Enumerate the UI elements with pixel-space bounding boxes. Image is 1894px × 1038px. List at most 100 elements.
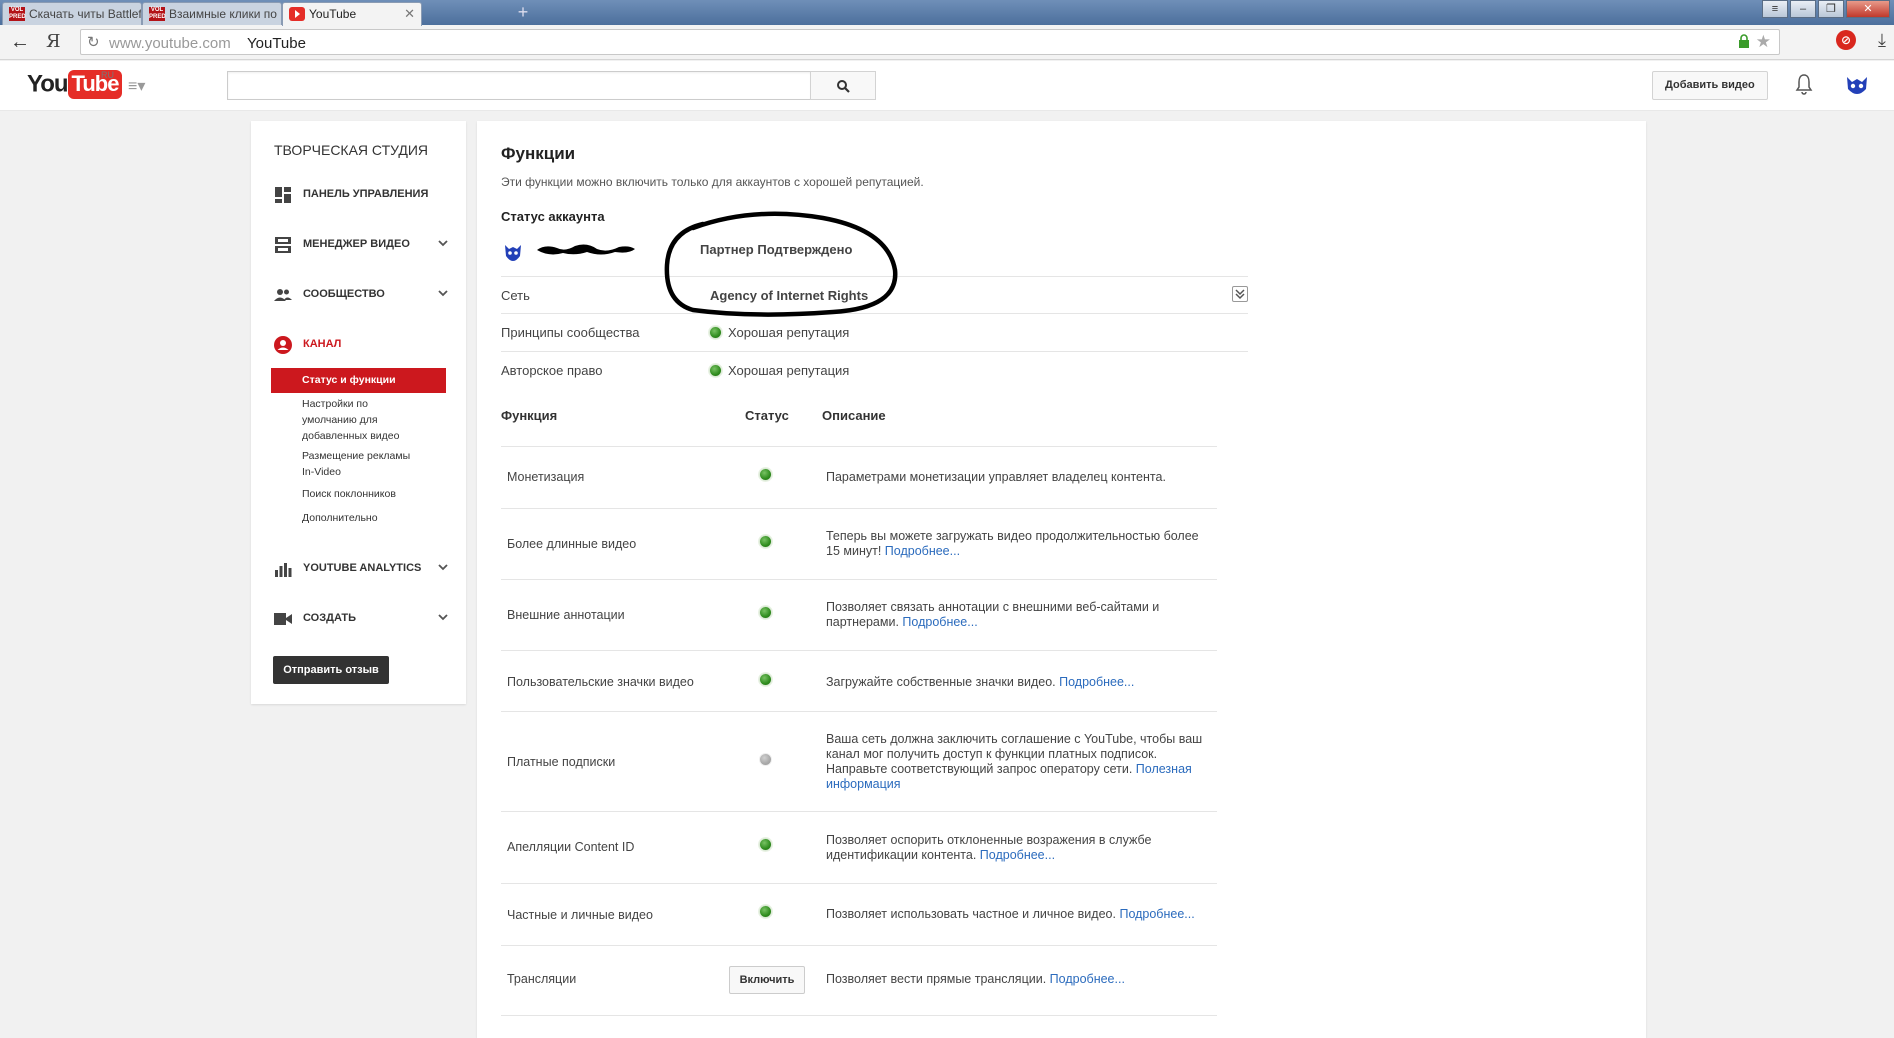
- bookmark-star-icon[interactable]: ★: [1756, 32, 1771, 52]
- channel-avatar: [505, 245, 521, 261]
- status-green-icon: [709, 326, 722, 339]
- feature-description: Позволяет вести прямые трансляции. Подро…: [826, 972, 1125, 986]
- browser-tab-active[interactable]: YouTube ✕: [282, 2, 422, 26]
- tab-title: Взаимные клики по р: [169, 7, 282, 21]
- feature-row: Пользовательские значки видео Загружайте…: [501, 650, 1217, 711]
- feature-column-header: Функция: [501, 408, 558, 423]
- feature-row: Внешние аннотации Позволяет связать анно…: [501, 579, 1217, 650]
- logo-region-label: RU: [101, 70, 114, 80]
- sidebar-item-dashboard[interactable]: ПАНЕЛЬ УПРАВЛЕНИЯ: [274, 183, 449, 207]
- minimize-icon[interactable]: –: [1790, 0, 1816, 18]
- feature-row: Частные и личные видео Позволяет использ…: [501, 883, 1217, 945]
- double-chevron-down-icon: [1235, 289, 1245, 300]
- feature-name: Апелляции Content ID: [507, 840, 635, 854]
- restore-icon[interactable]: ❐: [1818, 0, 1844, 18]
- feature-name: Частные и личные видео: [507, 908, 653, 922]
- redacted-channel-name: [537, 244, 635, 255]
- guide-menu-icon[interactable]: ≡▾: [128, 76, 145, 96]
- feature-name: Трансляции: [507, 972, 577, 986]
- more-link[interactable]: Подробнее...: [885, 544, 960, 558]
- feature-name: Монетизация: [507, 470, 585, 484]
- status-green-icon: [709, 364, 722, 377]
- browser-menu-icon[interactable]: ≡: [1762, 0, 1788, 18]
- sidebar-subitem-fan-finder[interactable]: Поиск поклонников: [271, 486, 446, 502]
- status-green-icon: [759, 606, 772, 619]
- browser-tab-bar: VOL PRED Скачать читы Battlefi VOL PRED Вз…: [0, 0, 1894, 26]
- tab-title: YouTube: [309, 7, 357, 21]
- more-link[interactable]: Подробнее...: [1119, 907, 1194, 921]
- browser-tab[interactable]: VOL PRED Взаимные клики по р: [142, 2, 282, 25]
- tab-favicon-icon: VOL PRED: [149, 7, 166, 21]
- feature-row: Монетизация Параметрами монетизации упра…: [501, 446, 1217, 508]
- extension-icon[interactable]: ⊘: [1836, 30, 1856, 50]
- channel-icon: [274, 336, 292, 354]
- url-page-title: YouTube: [247, 35, 306, 52]
- creator-studio-sidebar: ТВОРЧЕСКАЯ СТУДИЯ ПАНЕЛЬ УПРАВЛЕНИЯ МЕНЕ…: [251, 121, 466, 704]
- sidebar-subitem-advanced[interactable]: Дополнительно: [271, 510, 446, 526]
- feature-description: Ваша сеть должна заключить соглашение с …: [826, 732, 1203, 791]
- status-green-icon: [759, 905, 772, 918]
- status-green-icon: [759, 535, 772, 548]
- search-icon: [837, 80, 850, 93]
- copyright-row: Авторское право Хорошая репутация: [501, 351, 1248, 388]
- more-link[interactable]: Подробнее...: [1050, 972, 1125, 986]
- expand-network-button[interactable]: [1232, 286, 1248, 302]
- more-link[interactable]: Подробнее...: [1059, 675, 1134, 689]
- youtube-header: You Tube RU ≡▾ Добавить видео: [0, 61, 1894, 111]
- search-button[interactable]: [810, 71, 876, 100]
- community-icon: [274, 289, 292, 301]
- sidebar-subitem-status-features[interactable]: Статус и функции: [271, 368, 446, 393]
- enable-live-streaming-button[interactable]: Включить: [729, 966, 805, 994]
- feature-row: Апелляции Content ID Позволяет оспорить …: [501, 811, 1217, 883]
- more-link[interactable]: Подробнее...: [980, 848, 1055, 862]
- back-arrow-icon[interactable]: ←: [10, 31, 30, 54]
- feature-description: Параметрами монетизации управляет владел…: [826, 470, 1166, 484]
- feature-description: Позволяет связать аннотации с внешними в…: [826, 600, 1160, 629]
- user-avatar[interactable]: [1843, 71, 1871, 99]
- features-table-header: Функция Статус Описание: [501, 408, 1217, 434]
- notifications-bell-icon[interactable]: [1795, 73, 1813, 95]
- sidebar-item-analytics[interactable]: YOUTUBE ANALYTICS: [274, 557, 449, 581]
- table-bottom-divider: [501, 1015, 1217, 1016]
- analytics-icon: [275, 563, 292, 577]
- download-icon[interactable]: ⤓: [1878, 30, 1886, 51]
- address-bar: ← Я ↻ www.youtube.com YouTube ★ ⊘ ⤓: [0, 25, 1894, 60]
- sidebar-subitem-upload-defaults[interactable]: Настройки по умолчанию для добавленных в…: [271, 396, 421, 444]
- url-field[interactable]: ↻ www.youtube.com YouTube ★: [80, 29, 1780, 55]
- chevron-down-icon[interactable]: [437, 561, 449, 573]
- sidebar-item-create[interactable]: СОЗДАТЬ: [274, 607, 449, 631]
- chevron-down-icon[interactable]: [437, 611, 449, 623]
- yandex-button[interactable]: Я: [46, 31, 61, 52]
- video-manager-icon: [275, 237, 291, 253]
- tab-title: Скачать читы Battlefi: [29, 7, 142, 21]
- network-label: Сеть: [501, 288, 530, 303]
- status-green-icon: [759, 673, 772, 686]
- main-content: Функции Эти функции можно включить тольк…: [477, 121, 1646, 1038]
- chevron-down-icon[interactable]: [437, 237, 449, 249]
- camera-icon: [274, 613, 292, 625]
- browser-tab[interactable]: VOL PRED Скачать читы Battlefi: [2, 2, 142, 25]
- more-link[interactable]: Подробнее...: [902, 615, 977, 629]
- feature-name: Внешние аннотации: [507, 608, 625, 622]
- sidebar-subitem-invideo[interactable]: Размещение рекламы In-Video: [271, 448, 421, 480]
- page-subtitle: Эти функции можно включить только для ак…: [501, 175, 924, 189]
- reload-icon[interactable]: ↻: [87, 33, 100, 51]
- page-title: Функции: [501, 144, 576, 163]
- window-close-icon[interactable]: ✕: [1846, 0, 1890, 18]
- url-domain: www.youtube.com: [109, 35, 231, 52]
- new-tab-button[interactable]: +: [512, 3, 534, 23]
- tab-close-icon[interactable]: ✕: [404, 6, 415, 22]
- send-feedback-button[interactable]: Отправить отзыв: [273, 656, 389, 684]
- sidebar-item-community[interactable]: СООБЩЕСТВО: [274, 283, 449, 307]
- sidebar-item-video-manager[interactable]: МЕНЕДЖЕР ВИДЕО: [274, 233, 449, 257]
- chevron-down-icon[interactable]: [437, 287, 449, 299]
- upload-video-button[interactable]: Добавить видео: [1652, 71, 1768, 100]
- status-column-header: Статус: [745, 408, 789, 423]
- sidebar-item-channel[interactable]: КАНАЛ: [274, 333, 449, 357]
- youtube-favicon-icon: [289, 7, 305, 21]
- copyright-label: Авторское право: [501, 363, 603, 378]
- status-green-icon: [759, 468, 772, 481]
- feature-name: Платные подписки: [507, 755, 616, 769]
- search-input[interactable]: [227, 71, 811, 100]
- feature-description: Загружайте собственные значки видео. Под…: [826, 675, 1135, 689]
